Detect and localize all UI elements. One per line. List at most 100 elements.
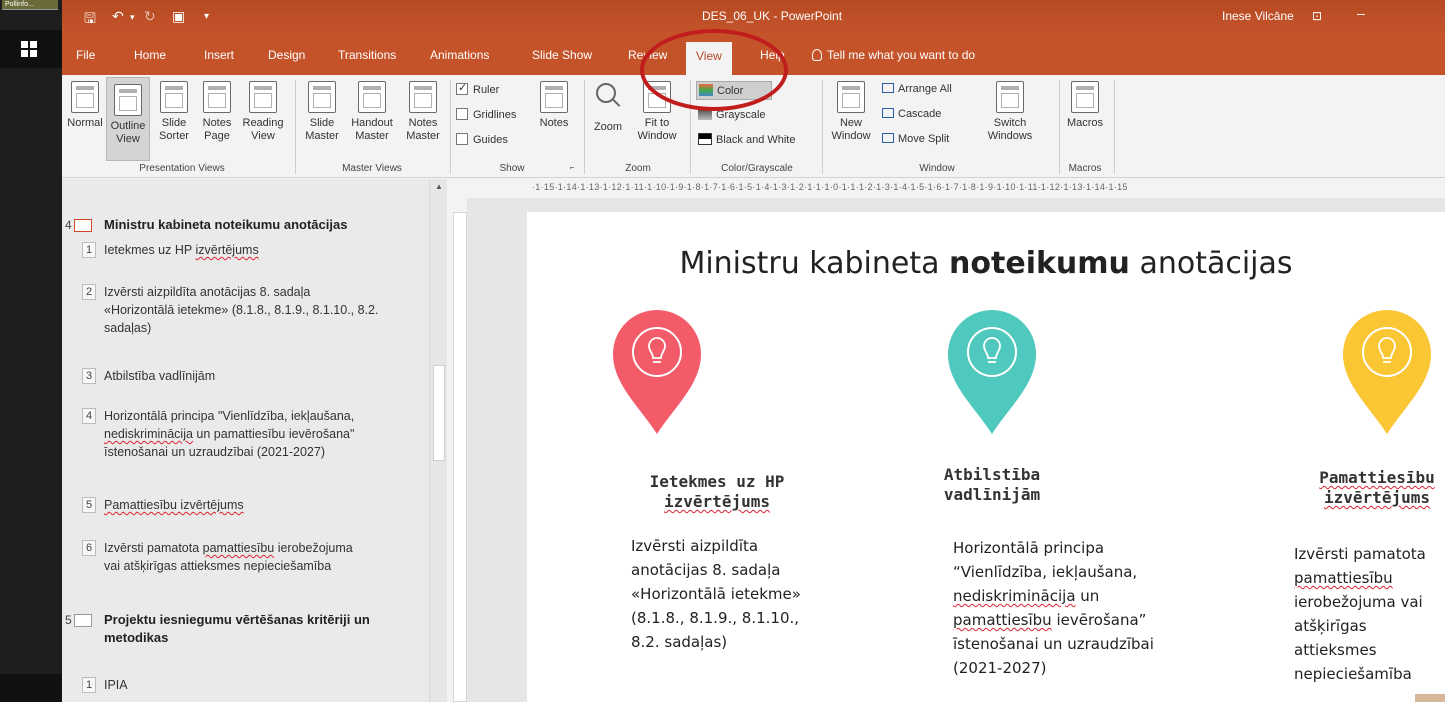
zoom-button[interactable]: Zoom	[588, 75, 628, 161]
show-dialog-launcher-icon[interactable]: ⌐	[567, 163, 577, 172]
lightbulb-pin-icon	[1343, 310, 1431, 434]
group-label-window: Window	[919, 163, 955, 174]
corner-fragment	[1415, 694, 1445, 702]
scroll-up-icon[interactable]: ▲	[435, 182, 443, 191]
reading-view-icon	[249, 81, 277, 113]
redo-icon[interactable]: ↻	[144, 8, 156, 25]
normal-view-icon	[71, 81, 99, 113]
outline-slide-title[interactable]: Projektu iesniegumu vērtēšanas kritēriji…	[104, 611, 370, 647]
tab-home[interactable]: Home	[134, 48, 166, 62]
checkbox-checked-icon	[456, 81, 468, 95]
slide-canvas[interactable]: Ministru kabineta noteikumu anotācijas I…	[527, 212, 1445, 702]
normal-view-button[interactable]: Normal	[64, 75, 106, 161]
outline-scrollbar[interactable]: ▲	[429, 179, 447, 702]
horizontal-ruler: ·1·15·1·14·1·13·1·12·1·11·1·10·1·9·1·8·1…	[532, 182, 1128, 192]
new-window-icon	[837, 81, 865, 113]
checkbox-icon	[456, 108, 468, 120]
slide-icon[interactable]	[74, 614, 92, 627]
column3-description[interactable]: Izvērsti pamatota pamattiesību ierobežoj…	[1294, 542, 1445, 686]
handout-master-button[interactable]: Handout Master	[346, 75, 398, 161]
column1-heading[interactable]: Ietekmes uz HP izvērtējums	[617, 472, 817, 512]
lightbulb-pin-icon	[613, 310, 701, 434]
lightbulb-pin-icon	[948, 310, 1036, 434]
outline-slide-title[interactable]: Ministru kabineta noteikumu anotācijas	[104, 216, 347, 234]
outline-item[interactable]: IPIA	[104, 676, 128, 694]
outline-item[interactable]: Ietekmes uz HP izvērtējums	[104, 241, 259, 259]
group-label-presentation-views: Presentation Views	[139, 163, 225, 174]
slide-sorter-button[interactable]: Slide Sorter	[154, 75, 194, 161]
bw-swatch-icon	[698, 133, 712, 145]
title-bar: 🖫 ↶ ▾ ↻ ▣ ▾ DES_06_UK - PowerPoint Inese…	[62, 0, 1445, 33]
notes-button[interactable]: Notes	[536, 75, 572, 161]
tab-transitions[interactable]: Transitions	[338, 48, 396, 62]
highlight-circle-annotation	[640, 29, 788, 111]
guides-checkbox[interactable]: Guides	[456, 133, 508, 146]
outline-item[interactable]: Horizontālā principa "Vienlīdzība, iekļa…	[104, 407, 354, 461]
slide-title[interactable]: Ministru kabineta noteikumu anotācijas	[527, 246, 1445, 281]
outline-item[interactable]: Pamattiesību izvērtējums	[104, 496, 244, 514]
notes-master-icon	[409, 81, 437, 113]
gridlines-checkbox[interactable]: Gridlines	[456, 108, 516, 121]
undo-dropdown-icon[interactable]: ▾	[130, 12, 135, 23]
outline-item[interactable]: Atbilstība vadlīnijām	[104, 367, 215, 385]
tell-me-search[interactable]: Tell me what you want to do	[812, 48, 975, 62]
checkbox-icon	[456, 133, 468, 145]
save-icon[interactable]: 🖫	[84, 8, 96, 32]
outline-view-button[interactable]: Outline View	[106, 77, 150, 161]
tab-animations[interactable]: Animations	[430, 48, 489, 62]
slide-master-button[interactable]: Slide Master	[300, 75, 344, 161]
tab-design[interactable]: Design	[268, 48, 305, 62]
present-icon[interactable]: ▣	[172, 8, 185, 25]
cascade-icon	[882, 108, 894, 118]
desktop-bottom	[0, 674, 62, 702]
group-label-color-grayscale: Color/Grayscale	[721, 163, 793, 174]
outline-bullet-number: 1	[82, 677, 96, 693]
macros-button[interactable]: Macros	[1062, 75, 1108, 161]
outline-bullet-number: 6	[82, 540, 96, 556]
outline-bullet-number: 3	[82, 368, 96, 384]
column2-heading[interactable]: Atbilstība vadlīnijām	[902, 465, 1082, 505]
desktop-strip: Pollinfo...	[0, 0, 62, 702]
reading-view-button[interactable]: Reading View	[240, 75, 286, 161]
tab-slide-show[interactable]: Slide Show	[532, 48, 592, 62]
notes-page-icon	[203, 81, 231, 113]
outline-item[interactable]: Izvērsti aizpildīta anotācijas 8. sadaļa…	[104, 283, 378, 337]
switch-windows-button[interactable]: Switch Windows	[982, 75, 1038, 161]
arrange-all-icon	[882, 83, 894, 93]
cascade-button[interactable]: Cascade	[882, 108, 941, 120]
group-label-macros: Macros	[1068, 163, 1102, 174]
outline-bullet-number: 2	[82, 284, 96, 300]
column3-heading[interactable]: Pamattiesību izvērtējums	[1287, 468, 1445, 508]
group-label-show: Show	[499, 163, 525, 174]
outline-slide-number: 5	[65, 613, 72, 627]
tab-file[interactable]: File	[76, 48, 95, 62]
customize-qat-icon[interactable]: ▾	[204, 11, 209, 22]
user-name[interactable]: Inese Vilcāne	[1222, 9, 1294, 23]
outline-view-icon	[114, 84, 142, 116]
taskbar-thumbnail[interactable]: Pollinfo...	[2, 0, 58, 10]
minimize-icon[interactable]: –	[1357, 5, 1365, 21]
scrollbar-thumb[interactable]	[433, 365, 445, 461]
notes-master-button[interactable]: Notes Master	[400, 75, 446, 161]
outline-slide-number: 4	[65, 218, 72, 232]
ribbon-separator	[295, 80, 296, 174]
undo-icon[interactable]: ↶	[112, 8, 124, 25]
group-label-zoom: Zoom	[625, 163, 651, 174]
arrange-all-button[interactable]: Arrange All	[882, 83, 952, 95]
column1-description[interactable]: Izvērsti aizpildīta anotācijas 8. sadaļa…	[631, 534, 801, 654]
outline-pane[interactable]: 4 Ministru kabineta noteikumu anotācijas…	[62, 179, 447, 702]
ribbon-separator	[822, 80, 823, 174]
notes-page-button[interactable]: Notes Page	[196, 75, 238, 161]
slide-icon[interactable]	[74, 219, 92, 232]
ruler-checkbox[interactable]: Ruler	[456, 81, 499, 96]
windows-start-icon[interactable]	[0, 30, 62, 68]
column2-description[interactable]: Horizontālā principa “Vienlīdzība, iekļa…	[953, 536, 1154, 680]
move-split-button[interactable]: Move Split	[882, 133, 949, 145]
ribbon-display-icon[interactable]: ⊡	[1312, 9, 1322, 23]
black-and-white-button[interactable]: Black and White	[698, 133, 795, 146]
new-window-button[interactable]: New Window	[826, 75, 876, 161]
notes-icon	[540, 81, 568, 113]
tab-insert[interactable]: Insert	[204, 48, 234, 62]
outline-item[interactable]: Izvērsti pamatota pamattiesību ierobežoj…	[104, 539, 353, 575]
window-title: DES_06_UK - PowerPoint	[702, 9, 843, 23]
